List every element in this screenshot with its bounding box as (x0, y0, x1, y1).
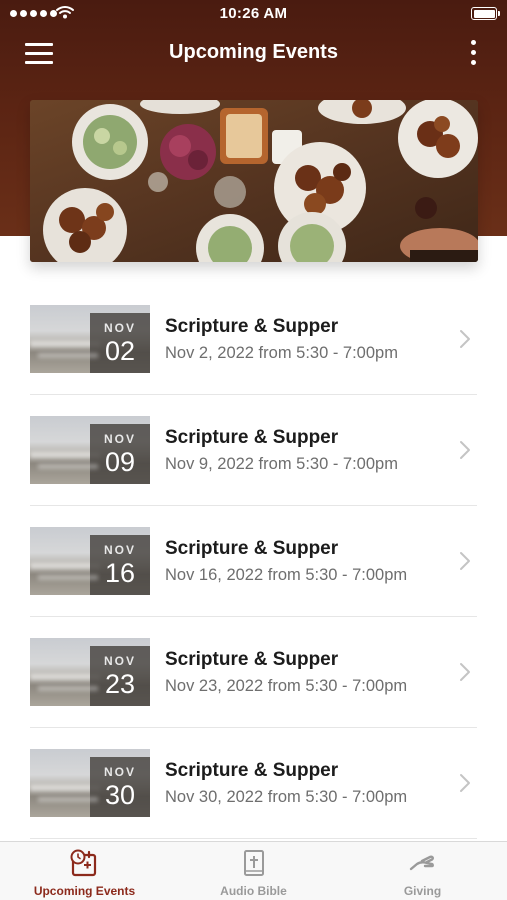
more-options-icon[interactable] (469, 40, 477, 66)
event-title: Scripture & Supper (165, 427, 339, 448)
date-badge: NOV 23 (90, 646, 150, 706)
event-row[interactable]: NOV 02 Scripture & Supper Nov 2, 2022 fr… (30, 284, 477, 395)
navigation-bar: Upcoming Events (0, 30, 507, 76)
date-day: 02 (104, 336, 136, 366)
event-thumbnail: NOV 09 (30, 416, 150, 484)
event-date-time: Nov 16, 2022 from 5:30 - 7:00pm (165, 566, 408, 584)
bible-icon (169, 849, 338, 877)
event-date-time: Nov 2, 2022 from 5:30 - 7:00pm (165, 344, 398, 362)
battery-icon (471, 7, 500, 20)
food-table-image (30, 100, 478, 262)
tab-bar: Upcoming Events Audio Bible Giving (0, 841, 507, 900)
event-date-time: Nov 30, 2022 from 5:30 - 7:00pm (165, 788, 408, 806)
status-time: 10:26 AM (219, 5, 288, 22)
hero-image (30, 100, 478, 262)
event-title: Scripture & Supper (165, 760, 339, 781)
giving-hand-icon (338, 849, 507, 877)
tab-label: Audio Bible (220, 884, 287, 898)
event-row[interactable]: NOV 16 Scripture & Supper Nov 16, 2022 f… (30, 506, 477, 617)
date-badge: NOV 02 (90, 313, 150, 373)
tab-label: Giving (403, 884, 442, 898)
event-thumbnail: NOV 16 (30, 527, 150, 595)
tab-label: Upcoming Events (33, 884, 136, 898)
event-title: Scripture & Supper (165, 316, 339, 337)
date-badge: NOV 09 (90, 424, 150, 484)
date-day: 16 (104, 558, 136, 588)
event-row[interactable]: NOV 23 Scripture & Supper Nov 23, 2022 f… (30, 617, 477, 728)
date-month: NOV (103, 543, 136, 557)
chevron-right-icon (460, 663, 470, 681)
date-month: NOV (103, 654, 136, 668)
event-date-time: Nov 23, 2022 from 5:30 - 7:00pm (165, 677, 408, 695)
status-bar: 10:26 AM (0, 0, 507, 28)
date-day: 09 (104, 447, 136, 477)
date-badge: NOV 16 (90, 535, 150, 595)
event-thumbnail: NOV 30 (30, 749, 150, 817)
date-month: NOV (103, 321, 136, 335)
tab-upcoming-events[interactable]: Upcoming Events (0, 842, 169, 900)
date-month: NOV (103, 432, 136, 446)
event-list: NOV 02 Scripture & Supper Nov 2, 2022 fr… (30, 284, 477, 839)
event-row[interactable]: NOV 30 Scripture & Supper Nov 30, 2022 f… (30, 728, 477, 839)
tab-giving[interactable]: Giving (338, 842, 507, 900)
calendar-clock-icon (0, 849, 169, 877)
date-badge: NOV 30 (90, 757, 150, 817)
date-month: NOV (103, 765, 136, 779)
event-title: Scripture & Supper (165, 538, 339, 559)
event-thumbnail: NOV 02 (30, 305, 150, 373)
date-day: 30 (104, 780, 136, 810)
event-title: Scripture & Supper (165, 649, 339, 670)
event-row[interactable]: NOV 09 Scripture & Supper Nov 9, 2022 fr… (30, 395, 477, 506)
event-date-time: Nov 9, 2022 from 5:30 - 7:00pm (165, 455, 398, 473)
tab-audio-bible[interactable]: Audio Bible (169, 842, 338, 900)
chevron-right-icon (460, 330, 470, 348)
date-day: 23 (104, 669, 136, 699)
event-thumbnail: NOV 23 (30, 638, 150, 706)
chevron-right-icon (460, 552, 470, 570)
page-title: Upcoming Events (169, 41, 338, 63)
chevron-right-icon (460, 441, 470, 459)
chevron-right-icon (460, 774, 470, 792)
